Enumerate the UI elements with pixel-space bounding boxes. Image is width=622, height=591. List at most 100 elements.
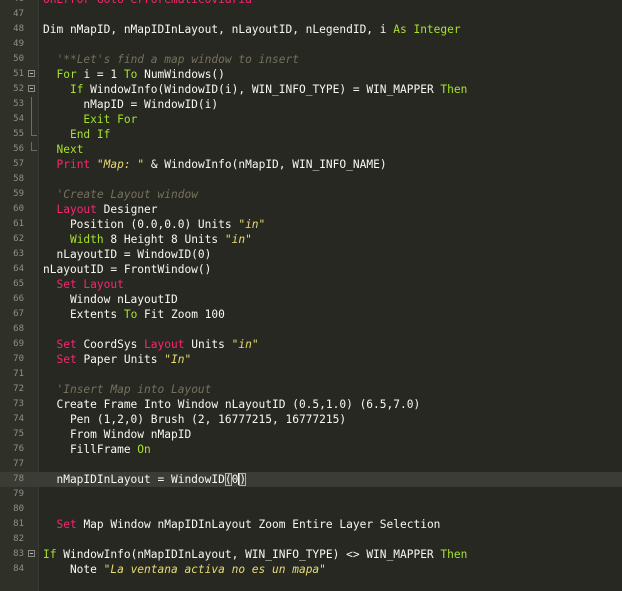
fold-toggle-icon[interactable] — [28, 85, 35, 92]
code-line[interactable]: 70 Set Paper Units "In" — [0, 352, 622, 367]
code-text[interactable]: If WindowInfo(nMapIDInLayout, WIN_INFO_T… — [43, 547, 467, 562]
code-text[interactable]: Set Paper Units "In" — [43, 352, 191, 367]
fold-toggle-icon[interactable] — [28, 550, 35, 557]
code-text[interactable]: 'Create Layout window — [43, 187, 198, 202]
code-text[interactable]: From Window nMapID — [43, 427, 191, 442]
code-line[interactable]: 63 nLayoutID = WindowID(0) — [0, 247, 622, 262]
line-number: 82 — [13, 534, 24, 544]
code-line[interactable]: 76 FillFrame On — [0, 442, 622, 457]
code-line[interactable]: 65 Set Layout — [0, 277, 622, 292]
code-text[interactable]: 'Insert Map into Layout — [43, 382, 211, 397]
line-number: 81 — [13, 519, 24, 529]
code-text[interactable]: Set Layout — [43, 277, 123, 292]
code-line[interactable]: 58 — [0, 172, 622, 187]
code-line[interactable]: 50 '**Let's find a map window to insert — [0, 52, 622, 67]
code-line[interactable]: 54 Exit For — [0, 112, 622, 127]
code-token: nLayoutID = WindowID(0) — [43, 248, 212, 261]
line-number: 56 — [13, 144, 24, 154]
code-line[interactable]: 64 nLayoutID = FrontWindow() — [0, 262, 622, 277]
code-text[interactable]: nLayoutID = FrontWindow() — [43, 262, 211, 277]
code-line[interactable]: 71 — [0, 367, 622, 382]
code-token: For — [56, 68, 77, 81]
code-line[interactable]: 79 — [0, 487, 622, 502]
code-line[interactable]: 57 Print "Map: " & WindowInfo(nMapID, WI… — [0, 157, 622, 172]
code-line[interactable]: 77 — [0, 457, 622, 472]
line-number: 60 — [13, 204, 24, 214]
code-line[interactable]: 69 Set CoordSys Layout Units "in" — [0, 337, 622, 352]
code-text[interactable]: Width 8 Height 8 Units "in" — [43, 232, 252, 247]
code-line[interactable]: 84 Note "La ventana activa no es un mapa… — [0, 562, 622, 577]
code-text[interactable]: Exit For — [43, 112, 137, 127]
code-lines[interactable]: 46 OnError Goto errorematicoviaria 47 48 Dim… — [0, 0, 622, 577]
code-text[interactable]: Position (0.0,0.0) Units "in" — [43, 217, 265, 232]
code-text[interactable]: nLayoutID = WindowID(0) — [43, 247, 211, 262]
code-line[interactable]: 52 If WindowInfo(WindowID(i), WIN_INFO_T… — [0, 82, 622, 97]
code-editor[interactable]: 46 OnError Goto errorematicoviaria 47 48 Dim… — [0, 0, 622, 591]
code-line[interactable]: 67 Extents To Fit Zoom 100 — [0, 307, 622, 322]
code-text[interactable]: Print "Map: " & WindowInfo(nMapID, WIN_I… — [43, 157, 386, 172]
line-number: 52 — [13, 84, 24, 94]
code-line[interactable]: 47 — [0, 7, 622, 22]
code-line[interactable]: 74 Pen (1,2,0) Brush (2, 16777215, 16777… — [0, 412, 622, 427]
fold-toggle-icon[interactable] — [28, 70, 35, 77]
code-token: Layout — [144, 338, 185, 351]
code-text[interactable]: nMapIDInLayout = WindowID(0) — [43, 472, 247, 487]
code-line[interactable]: 59 'Create Layout window — [0, 187, 622, 202]
code-line[interactable]: 75 From Window nMapID — [0, 427, 622, 442]
code-text[interactable]: Set CoordSys Layout Units "in" — [43, 337, 258, 352]
code-text[interactable]: FillFrame On — [43, 442, 151, 457]
line-number: 58 — [13, 174, 24, 184]
code-line[interactable]: 55 End If — [0, 127, 622, 142]
code-line[interactable]: 82 — [0, 532, 622, 547]
line-number: 65 — [13, 279, 24, 289]
code-token: Set — [56, 353, 77, 366]
code-line[interactable]: 51 For i = 1 To NumWindows() — [0, 67, 622, 82]
code-line[interactable]: 68 — [0, 322, 622, 337]
code-line[interactable]: 83 If WindowInfo(nMapIDInLayout, WIN_INFO… — [0, 547, 622, 562]
code-line[interactable]: 81 Set Map Window nMapIDInLayout Zoom En… — [0, 517, 622, 532]
code-token: 'Create Layout window — [56, 188, 198, 201]
code-line[interactable]: 49 — [0, 37, 622, 52]
code-line[interactable]: 48 Dim nMapID, nMapIDInLayout, nLayoutID,… — [0, 22, 622, 37]
code-line[interactable]: 72 'Insert Map into Layout — [0, 382, 622, 397]
code-text[interactable]: End If — [43, 127, 110, 142]
code-text[interactable]: Dim nMapID, nMapIDInLayout, nLayoutID, n… — [43, 22, 461, 37]
code-text[interactable]: Set Map Window nMapIDInLayout Zoom Entir… — [43, 517, 440, 532]
code-line[interactable]: 60 Layout Designer — [0, 202, 622, 217]
code-text[interactable]: Pen (1,2,0) Brush (2, 16777215, 16777215… — [43, 412, 346, 427]
code-token: nLayoutID = FrontWindow() — [43, 263, 212, 276]
code-line[interactable]: 80 — [0, 502, 622, 517]
code-line[interactable]: 46 OnError Goto errorematicoviaria — [0, 0, 622, 7]
fold-end-marker — [31, 142, 37, 151]
code-line[interactable]: 66 Window nLayoutID — [0, 292, 622, 307]
code-token: nMapIDInLayout = WindowID — [43, 473, 225, 486]
code-line[interactable]: 73 Create Frame Into Window nLayoutID (0… — [0, 397, 622, 412]
code-text[interactable]: Create Frame Into Window nLayoutID (0.5,… — [43, 397, 420, 412]
code-text[interactable]: nMapID = WindowID(i) — [43, 97, 218, 112]
code-line[interactable]: 56 Next — [0, 142, 622, 157]
line-number: 46 — [0, 0, 24, 7]
code-token: If — [69, 83, 84, 96]
code-token: Paper Units — [76, 353, 165, 366]
code-text[interactable]: Next — [43, 142, 83, 157]
code-line[interactable]: 78 nMapIDInLayout = WindowID(0) — [0, 472, 622, 487]
code-text[interactable]: Window nLayoutID — [43, 292, 178, 307]
code-text[interactable]: '**Let's find a map window to insert — [43, 52, 298, 67]
code-text[interactable]: Extents To Fit Zoom 100 — [43, 307, 225, 322]
line-number: 72 — [13, 384, 24, 394]
matched-bracket: ) — [239, 473, 247, 486]
matched-bracket: ( — [224, 473, 232, 486]
code-text[interactable]: Note "La ventana activa no es un mapa" — [43, 562, 326, 577]
code-line[interactable]: 62 Width 8 Height 8 Units "in" — [0, 232, 622, 247]
code-text[interactable]: OnError Goto errorematicoviaria — [43, 0, 252, 7]
code-token: "Map: " — [96, 158, 145, 171]
code-text[interactable]: Layout Designer — [43, 202, 157, 217]
code-text[interactable]: For i = 1 To NumWindows() — [43, 67, 224, 82]
code-line[interactable]: 61 Position (0.0,0.0) Units "in" — [0, 217, 622, 232]
code-text[interactable]: If WindowInfo(WindowID(i), WIN_INFO_TYPE… — [43, 82, 467, 97]
code-line[interactable]: 53 nMapID = WindowID(i) — [0, 97, 622, 112]
